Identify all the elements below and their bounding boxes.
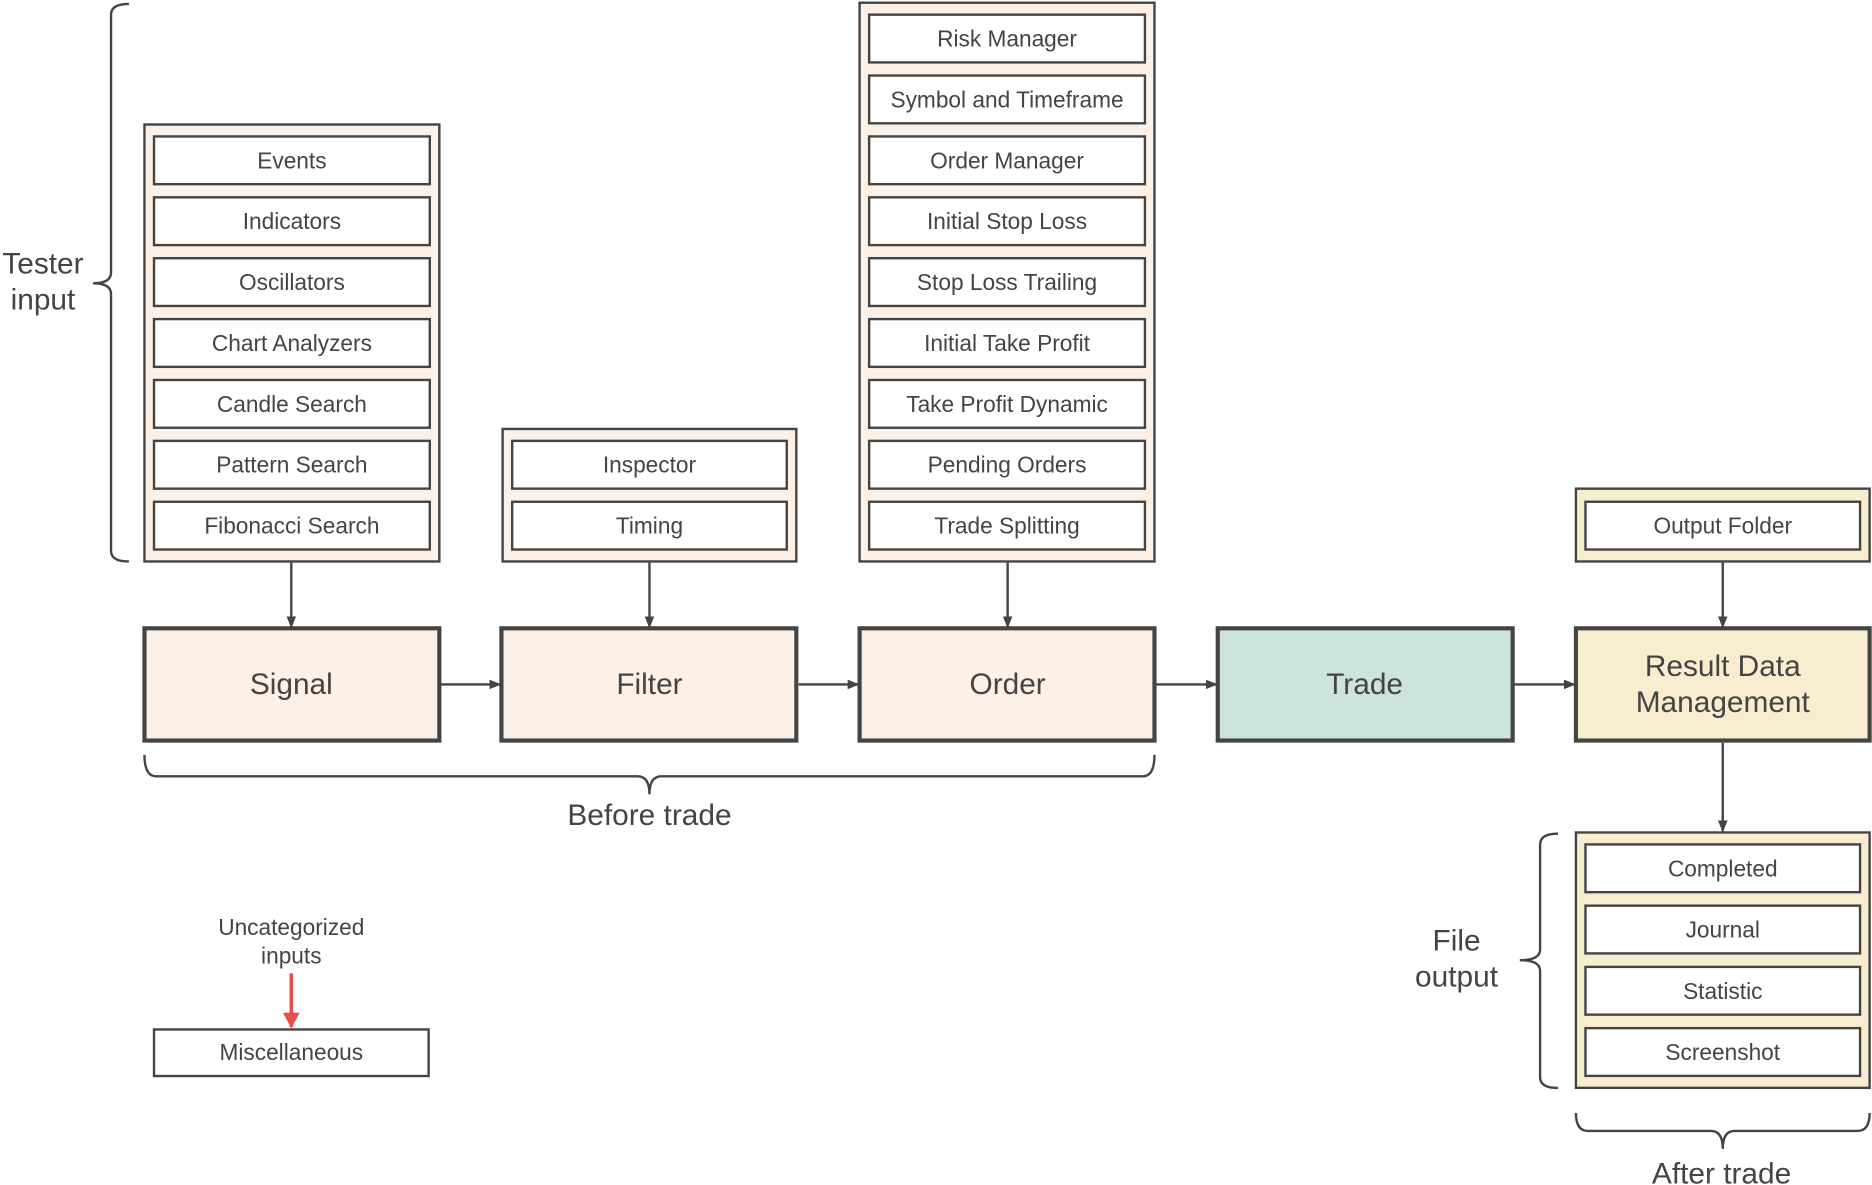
item-label: Timing [616,513,683,539]
brace-tester-input [93,2,129,563]
item-label: Trade Splitting [934,513,1079,539]
item-label: Screenshot [1665,1039,1780,1065]
stage-order: Order [857,626,1157,743]
stage-trade-label: Trade [1326,668,1403,701]
stage-filter: Filter [499,626,799,743]
item-label: Statistic [1683,978,1762,1004]
item-label: Initial Take Profit [924,330,1091,356]
stage-signal-label: Signal [250,668,333,701]
item-label: Inspector [603,452,697,478]
stage-trade: Trade [1215,626,1515,743]
item-label: Fibonacci Search [204,513,379,539]
stage-filter-label: Filter [616,668,682,701]
tester-input-label-line2: input [11,284,76,317]
item-label: Take Profit Dynamic [906,391,1108,417]
stage-result-label-line2: Management [1636,686,1811,719]
uncategorized-label-line1: Uncategorized [218,914,364,940]
file-output-label-line1: File [1432,925,1480,958]
item-label: Output Folder [1653,513,1792,539]
brace-file-output [1519,832,1559,1090]
item-label: Initial Stop Loss [927,208,1087,234]
item-label: Events [257,147,326,173]
item-label: Completed [1668,855,1778,881]
item-label: Pattern Search [216,452,367,478]
stage-signal: Signal [142,626,442,743]
after-trade-label: After trade [1652,1157,1791,1185]
group-order: Risk Manager Symbol and Timeframe Order Ma… [858,1,1156,563]
group-output-folder: Output Folder [1574,487,1871,563]
group-filter: Inspector Timing [501,427,798,563]
tester-input-label-line1: Tester [2,248,83,281]
miscellaneous-box: Miscellaneous [152,1028,430,1078]
item-label: Stop Loss Trailing [917,269,1097,295]
stage-result-label-line1: Result Data [1645,650,1801,683]
flow-diagram: Events Indicators Oscillators Chart Analyze… [2,1,1872,1185]
item-label: Symbol and Timeframe [890,86,1123,112]
item-label: Pending Orders [928,452,1087,478]
group-file-output: Completed Journal Statistic Screenshot [1574,831,1871,1090]
item-label: Order Manager [930,147,1084,173]
group-signal: Events Indicators Oscillators Chart Analyze… [143,123,441,563]
miscellaneous-label: Miscellaneous [219,1039,363,1065]
before-trade-label: Before trade [567,799,731,832]
brace-after-trade [1574,1113,1871,1149]
item-label: Oscillators [239,269,345,295]
item-label: Indicators [243,208,341,234]
brace-before-trade [143,754,1156,795]
item-label: Candle Search [217,391,367,417]
item-label: Chart Analyzers [212,330,372,356]
stage-result-data-management: Result Data Management [1573,626,1872,743]
input-groups: Events Indicators Oscillators Chart Analyze… [143,1,1871,1090]
stage-order-label: Order [970,668,1046,701]
uncategorized-label-line2: inputs [261,942,322,968]
item-label: Journal [1686,917,1760,943]
file-output-label-line2: output [1415,960,1499,993]
item-label: Risk Manager [937,26,1077,52]
